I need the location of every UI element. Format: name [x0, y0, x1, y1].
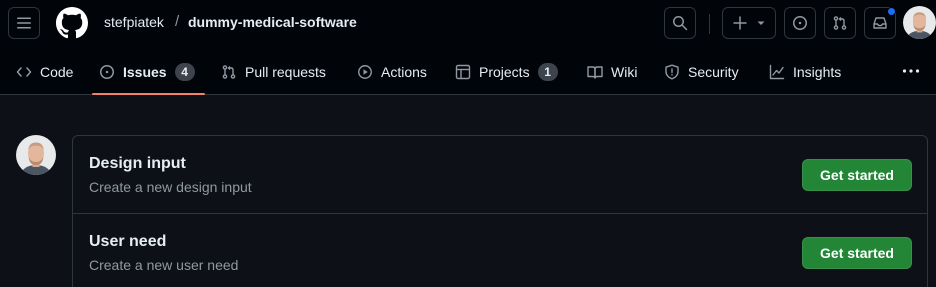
- breadcrumb-repo-link[interactable]: dummy-medical-software: [188, 14, 357, 30]
- tab-issues[interactable]: Issues 4: [99, 48, 195, 95]
- tab-issues-label: Issues: [123, 63, 167, 80]
- template-title: Design input: [89, 155, 186, 172]
- table-icon: [455, 64, 471, 80]
- tab-code[interactable]: Code: [16, 48, 73, 95]
- app-header: stefpiatek / dummy-medical-software Code…: [0, 0, 936, 95]
- author-avatar[interactable]: [16, 135, 56, 175]
- notification-indicator: [887, 7, 896, 16]
- get-started-button[interactable]: Get started: [802, 159, 912, 191]
- tab-security-label: Security: [688, 63, 739, 80]
- search-icon: [673, 16, 688, 31]
- chevron-down-icon: [757, 21, 765, 25]
- top-bar: stefpiatek / dummy-medical-software: [0, 0, 936, 48]
- tab-wiki-label: Wiki: [611, 63, 638, 80]
- github-logo-icon[interactable]: [56, 7, 88, 39]
- get-started-button[interactable]: Get started: [802, 237, 912, 269]
- template-description: Create a new user need: [89, 257, 239, 273]
- plus-icon: [733, 16, 747, 30]
- hamburger-icon: [17, 17, 31, 29]
- tab-security[interactable]: Security: [664, 48, 739, 95]
- projects-counter: 1: [537, 62, 558, 81]
- tab-code-label: Code: [40, 63, 74, 80]
- avatar: [903, 6, 936, 39]
- issue-opened-icon: [793, 16, 807, 30]
- list-item: User need Create a new user need Get sta…: [73, 213, 927, 287]
- shield-icon: [664, 64, 680, 80]
- tab-projects-label: Projects: [479, 63, 530, 80]
- git-pull-request-icon: [221, 64, 237, 80]
- your-pull-requests-button[interactable]: [824, 7, 856, 39]
- template-title: User need: [89, 233, 167, 250]
- template-description: Create a new design input: [89, 179, 252, 195]
- tab-wiki[interactable]: Wiki: [587, 48, 637, 95]
- breadcrumb-separator: /: [175, 13, 180, 30]
- tab-projects[interactable]: Projects 1: [455, 48, 558, 95]
- tab-insights-label: Insights: [793, 63, 842, 80]
- tab-pull-requests-label: Pull requests: [245, 63, 326, 80]
- your-issues-button[interactable]: [784, 7, 816, 39]
- tab-actions[interactable]: Actions: [357, 48, 427, 95]
- more-tabs-button[interactable]: [902, 62, 920, 85]
- issue-template-list: Design input Create a new design input G…: [72, 135, 928, 287]
- issues-counter: 4: [174, 62, 195, 81]
- user-avatar-button[interactable]: [903, 6, 936, 39]
- header-divider: [709, 14, 710, 34]
- list-item: Design input Create a new design input G…: [73, 136, 927, 213]
- breadcrumb-owner-link[interactable]: stefpiatek: [104, 14, 164, 30]
- code-icon: [16, 64, 32, 80]
- create-new-button[interactable]: [722, 7, 776, 39]
- pull-request-icon: [833, 16, 847, 30]
- repo-nav: Code Issues 4 Pull requests Actions Proj…: [0, 48, 936, 95]
- graph-icon: [769, 64, 785, 80]
- search-button[interactable]: [664, 7, 696, 39]
- book-icon: [587, 64, 603, 80]
- play-icon: [357, 64, 373, 80]
- tab-actions-label: Actions: [381, 63, 427, 80]
- issue-opened-icon: [99, 64, 115, 80]
- tab-insights[interactable]: Insights: [769, 48, 841, 95]
- kebab-horizontal-icon: [902, 69, 920, 73]
- selected-tab-indicator: [92, 93, 205, 95]
- inbox-icon: [873, 17, 887, 29]
- menu-button[interactable]: [8, 7, 40, 39]
- tab-pull-requests[interactable]: Pull requests: [221, 48, 326, 95]
- avatar: [16, 135, 56, 175]
